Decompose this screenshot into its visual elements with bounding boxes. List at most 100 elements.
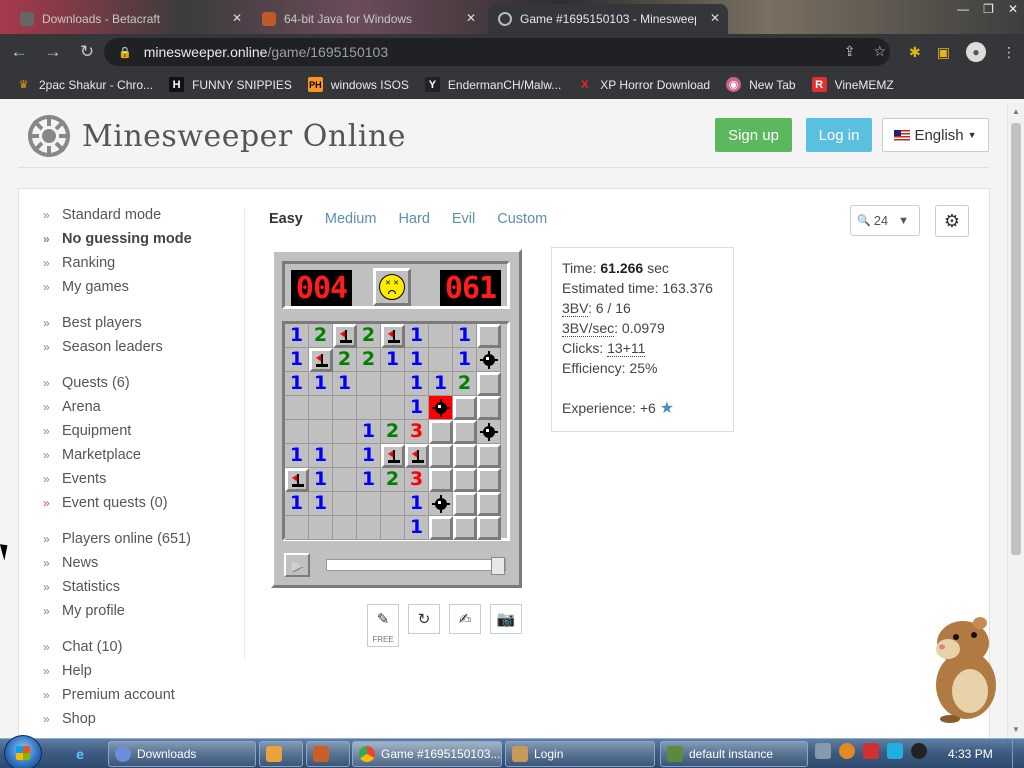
board-cell[interactable] [285,516,309,540]
board-cell-number[interactable]: 1 [405,324,429,348]
board-cell-number[interactable]: 1 [405,396,429,420]
sidebar-item-season-leaders[interactable]: » Season leaders [43,335,233,359]
board-cell[interactable] [285,396,309,420]
sidebar-item-my-games[interactable]: » My games [43,275,233,299]
settings-button[interactable]: ⚙ [935,205,969,237]
board-cell[interactable] [429,348,453,372]
board-cell[interactable] [309,396,333,420]
board-cell-number[interactable]: 1 [405,516,429,540]
board-cell[interactable] [381,516,405,540]
taskbar-login[interactable]: Login [505,741,655,767]
board-cell-number[interactable]: 2 [453,372,477,396]
taskbar-chrome-game[interactable]: Game #1695150103... [352,741,502,767]
board-cell[interactable] [309,348,333,372]
profile-avatar-icon[interactable]: ● [966,42,986,62]
board-cell[interactable] [285,420,309,444]
sidebar-item-ranking[interactable]: » Ranking [43,251,233,275]
bookmark-new-tab[interactable]: ◉ New Tab [726,77,796,92]
board-cell[interactable] [453,420,477,444]
board-cell-number[interactable]: 1 [285,348,309,372]
board-cell[interactable] [429,492,453,516]
log-in-button[interactable]: Log in [806,118,872,152]
share-icon[interactable]: ⇪ [844,43,856,60]
restart-button[interactable]: ↻ [408,604,440,634]
sidebar-item-events[interactable]: » Events [43,467,233,491]
board-cell[interactable] [429,396,453,420]
sidebar-item-news[interactable]: » News [43,551,233,575]
taskbar-clock[interactable]: 4:33 PM [948,747,993,761]
board-cell-number[interactable]: 1 [357,468,381,492]
board-cell-number[interactable]: 3 [405,420,429,444]
network-icon[interactable] [815,743,831,759]
board-cell[interactable] [381,492,405,516]
page-scrollbar[interactable]: ▲ ▼ [1007,103,1024,738]
sidebar-item-my-profile[interactable]: » My profile [43,599,233,623]
address-bar[interactable]: 🔒 minesweeper.online/game/1695150103 [104,38,890,66]
replay-play-button[interactable]: ▶ [284,553,310,577]
bookmark-vinememz[interactable]: R VineMEMZ [811,77,894,92]
show-desktop-button[interactable] [1012,739,1024,768]
tab-medium[interactable]: Medium [325,211,377,227]
forward-icon[interactable]: → [38,42,68,62]
side-panel-icon[interactable]: ▣ [937,44,950,61]
board-cell-number[interactable]: 1 [381,348,405,372]
board-cell-number[interactable]: 1 [285,492,309,516]
board-cell-number[interactable]: 1 [309,492,333,516]
reload-icon[interactable]: ↻ [72,42,102,62]
tab-easy[interactable]: Easy [269,211,303,227]
bookmark-funny-snippies[interactable]: H FUNNY SNIPPIES [169,77,292,92]
screenshot-button[interactable]: 📷 [490,604,522,634]
sidebar-item-players-online[interactable]: » Players online (651) [43,527,233,551]
board-cell[interactable] [381,324,405,348]
sign-up-button[interactable]: Sign up [715,118,792,152]
hint-button[interactable]: ✎ FREE [367,604,399,647]
board-cell[interactable] [429,468,453,492]
internet-explorer-icon[interactable]: e [60,742,100,766]
board-cell-number[interactable]: 1 [285,444,309,468]
replay-slider[interactable] [326,557,506,575]
bookmark-2pac[interactable]: ♛ 2pac Shakur - Chro... [16,77,154,92]
sidebar-item-no-guessing-mode[interactable]: » No guessing mode [43,227,233,251]
language-dropdown[interactable]: English ▼ [882,118,989,152]
board-cell[interactable] [453,492,477,516]
bookmark-xp-horror[interactable]: X XP Horror Download [577,77,710,92]
board-cell-number[interactable]: 1 [405,372,429,396]
board-cell-number[interactable]: 1 [453,324,477,348]
board-cell[interactable] [477,444,501,468]
board-cell[interactable] [477,516,501,540]
board-cell-number[interactable]: 1 [357,444,381,468]
sidebar-item-equipment[interactable]: » Equipment [43,419,233,443]
board-cell[interactable] [357,396,381,420]
board-cell[interactable] [429,516,453,540]
sidebar-item-premium-account[interactable]: » Premium account [43,683,233,707]
scroll-down-icon[interactable]: ▼ [1012,725,1020,734]
board-cell-number[interactable]: 1 [309,444,333,468]
sidebar-item-statistics[interactable]: » Statistics [43,575,233,599]
board-cell[interactable] [333,396,357,420]
board-cell[interactable] [477,348,501,372]
taskbar-downloads[interactable]: Downloads [108,741,256,767]
edit-button[interactable]: ✍ [449,604,481,634]
board-cell[interactable] [381,372,405,396]
start-button[interactable] [4,735,42,768]
close-icon[interactable]: ✕ [466,11,476,25]
close-window-icon[interactable]: ✕ [1008,2,1018,16]
monitor-icon[interactable] [887,743,903,759]
board-cell[interactable] [285,468,309,492]
tab-hard[interactable]: Hard [398,211,429,227]
board-cell[interactable] [357,372,381,396]
board-cell[interactable] [357,516,381,540]
back-icon[interactable]: ← [4,42,34,62]
board-cell[interactable] [333,444,357,468]
board-cell[interactable] [477,492,501,516]
zoom-select[interactable]: 🔍 24 ▼ [850,205,920,236]
board-cell-number[interactable]: 1 [453,348,477,372]
board-cell-number[interactable]: 2 [309,324,333,348]
board-cell[interactable] [453,468,477,492]
board-cell-number[interactable]: 1 [357,420,381,444]
bookmark-star-icon[interactable]: ☆ [873,43,886,60]
board-cell[interactable] [453,516,477,540]
board-cell[interactable] [381,396,405,420]
scroll-up-icon[interactable]: ▲ [1012,107,1020,116]
close-icon[interactable]: ✕ [710,11,720,25]
